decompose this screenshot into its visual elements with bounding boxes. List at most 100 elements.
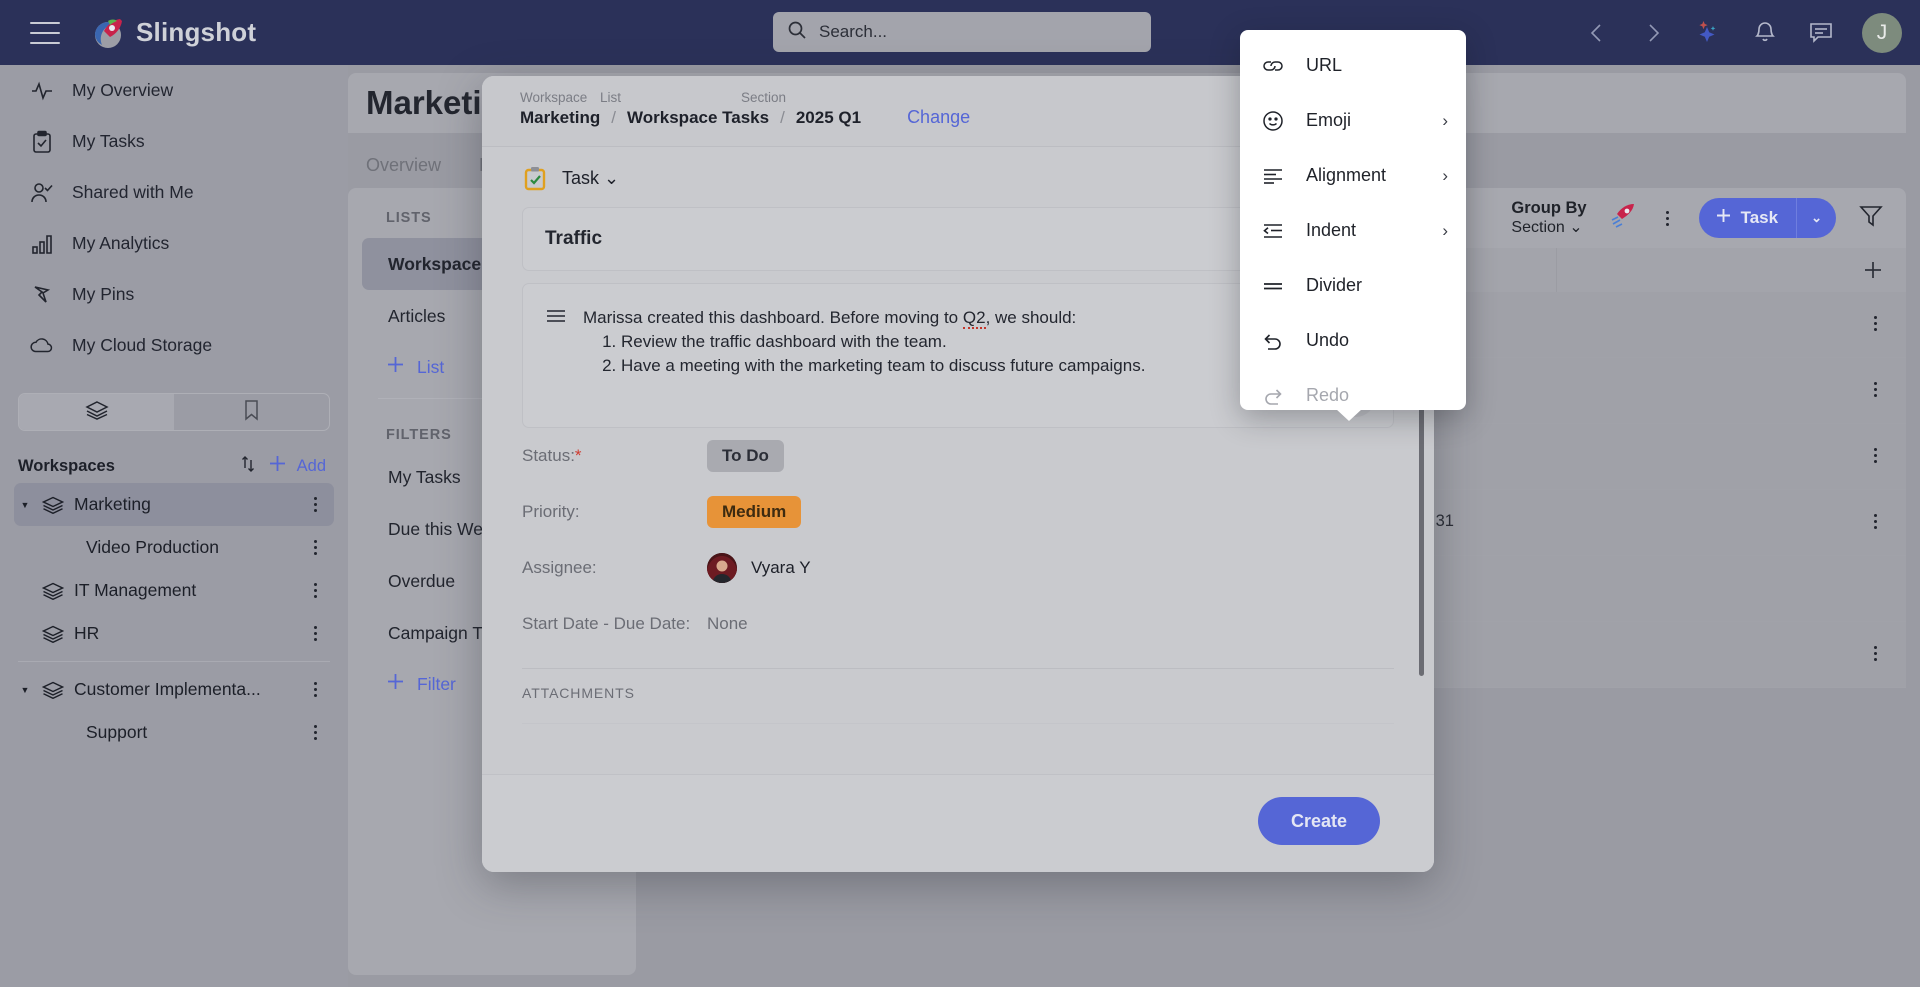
more-vertical-icon[interactable] [306, 682, 324, 697]
menu-item-label: Undo [1306, 330, 1350, 350]
row-more-vertical-icon[interactable] [1866, 448, 1884, 463]
rocket-icon[interactable] [1609, 203, 1637, 234]
more-vertical-icon[interactable] [306, 540, 324, 555]
undo-arrow-icon [1262, 330, 1284, 352]
activity-pulse-icon [30, 79, 54, 103]
sidebar-workspace-hr[interactable]: HR [14, 612, 334, 655]
add-task-button[interactable]: Task ⌄ [1698, 198, 1836, 238]
plus-icon[interactable] [268, 454, 287, 478]
sidebar-item-my-cloud-storage[interactable]: My Cloud Storage [0, 320, 348, 371]
sidebar-workspace-label: Marketing [74, 494, 151, 514]
task-type-label: Task ⌄ [562, 167, 620, 188]
menu-item-divider[interactable]: Divider [1240, 258, 1466, 313]
add-filter-label: Filter [417, 673, 456, 694]
clipboard-check-icon [30, 130, 54, 154]
group-by-control[interactable]: Group By Section ⌄ [1511, 198, 1586, 239]
brand-logo-group[interactable]: Slingshot [90, 15, 256, 51]
chevron-down-icon[interactable]: ⌄ [1797, 210, 1836, 226]
sidebar-workspace-label: Customer Implementa... [74, 679, 261, 699]
assignee-value[interactable]: Vyara Y [707, 553, 811, 583]
bell-notification-icon[interactable] [1750, 18, 1780, 48]
menu-pointer-arrow [1336, 409, 1362, 421]
more-vertical-icon[interactable] [306, 626, 324, 641]
sidebar-workspace-video-production[interactable]: Video Production [14, 526, 334, 569]
more-vertical-icon[interactable] [306, 497, 324, 512]
app-root: Slingshot Search... J My Overview My Tas… [0, 0, 1920, 987]
menu-item-alignment[interactable]: Alignment › [1240, 148, 1466, 203]
breadcrumb-label-workspace: Workspace [520, 90, 588, 105]
create-button[interactable]: Create [1258, 797, 1380, 845]
row-more-vertical-icon[interactable] [1866, 514, 1884, 529]
divider-lines-icon [1262, 275, 1284, 297]
sidebar-workspace-it-management[interactable]: IT Management [14, 569, 334, 612]
breadcrumb-separator: / [611, 108, 617, 127]
more-vertical-icon[interactable] [306, 583, 324, 598]
plus-icon [386, 355, 405, 379]
menu-item-label: Indent [1306, 220, 1357, 240]
sidebar-workspace-customer-implementation[interactable]: ▼ Customer Implementa... [14, 668, 334, 711]
sidebar-tab-bookmarks[interactable] [174, 394, 329, 430]
sidebar-item-label: My Analytics [72, 233, 170, 253]
more-vertical-icon[interactable] [306, 725, 324, 740]
sidebar-item-shared-with-me[interactable]: Shared with Me [0, 167, 348, 218]
priority-badge[interactable]: Medium [707, 496, 802, 528]
breadcrumb-separator: / [780, 108, 785, 127]
clipboard-task-icon [522, 165, 548, 191]
cloud-icon [30, 334, 54, 358]
tab-overview[interactable]: Overview [366, 155, 441, 176]
sidebar-tab-workspaces[interactable] [19, 394, 174, 430]
field-label-assignee: Assignee: [522, 558, 597, 577]
sidebar-workspace-marketing[interactable]: ▼ Marketing [14, 483, 334, 526]
sidebar-item-my-tasks[interactable]: My Tasks [0, 116, 348, 167]
funnel-filter-icon[interactable] [1858, 203, 1884, 234]
menu-item-undo[interactable]: Undo [1240, 313, 1466, 368]
task-title-value: Traffic [545, 228, 603, 249]
add-column-button[interactable] [1556, 259, 1906, 281]
assignee-name: Vyara Y [751, 558, 811, 577]
field-label-priority: Priority: [522, 502, 580, 521]
row-more-vertical-icon[interactable] [1866, 316, 1884, 331]
description-list: Review the traffic dashboard with the te… [583, 330, 1145, 378]
toolbar-more-vertical-icon[interactable] [1659, 210, 1677, 226]
search-input[interactable]: Search... [773, 12, 1151, 52]
row-more-vertical-icon[interactable] [1866, 646, 1884, 661]
breadcrumb-value-list[interactable]: Workspace Tasks [627, 108, 769, 128]
menu-item-emoji[interactable]: Emoji › [1240, 93, 1466, 148]
chevron-down-icon[interactable]: ▼ [18, 500, 32, 510]
menu-item-url[interactable]: URL [1240, 38, 1466, 93]
formatting-context-menu: URL Emoji › Alignment › Indent › Divider… [1240, 30, 1466, 421]
layers-icon [42, 625, 64, 643]
layers-icon [84, 400, 109, 425]
top-navigation-bar: Slingshot Search... J [0, 0, 1920, 65]
chat-message-icon[interactable] [1806, 18, 1836, 48]
chevron-left-icon[interactable] [1582, 18, 1612, 48]
sidebar-item-my-pins[interactable]: My Pins [0, 269, 348, 320]
add-workspace-button[interactable]: Add [297, 457, 326, 476]
status-badge[interactable]: To Do [707, 440, 784, 472]
layers-icon [42, 681, 64, 699]
search-icon [787, 20, 807, 45]
chevron-down-icon[interactable]: ▼ [18, 685, 32, 695]
dates-value[interactable]: None [707, 614, 748, 634]
attachments-section-label: ATTACHMENTS [522, 685, 635, 701]
sparkle-ai-icon[interactable] [1694, 18, 1724, 48]
change-location-button[interactable]: Change [907, 107, 970, 128]
smiley-face-icon [1262, 110, 1284, 132]
sidebar-workspace-support[interactable]: Support [14, 711, 334, 754]
sort-arrows-icon[interactable] [238, 454, 258, 479]
sidebar-item-my-overview[interactable]: My Overview [0, 65, 348, 116]
breadcrumb-value-section[interactable]: 2025 Q1 [796, 108, 861, 128]
chevron-right-icon: › [1442, 110, 1448, 130]
avatar[interactable]: J [1862, 12, 1902, 53]
breadcrumb-label-list: List [600, 90, 622, 105]
redo-arrow-icon [1262, 385, 1284, 407]
row-more-vertical-icon[interactable] [1866, 382, 1884, 397]
menu-item-indent[interactable]: Indent › [1240, 203, 1466, 258]
breadcrumb-value-workspace[interactable]: Marketing [520, 108, 600, 128]
chevron-right-icon[interactable] [1638, 18, 1668, 48]
sidebar-divider [18, 661, 330, 662]
sidebar-workspace-label: IT Management [74, 580, 197, 600]
divider [522, 723, 1394, 724]
sidebar-item-my-analytics[interactable]: My Analytics [0, 218, 348, 269]
hamburger-icon[interactable] [30, 21, 60, 44]
